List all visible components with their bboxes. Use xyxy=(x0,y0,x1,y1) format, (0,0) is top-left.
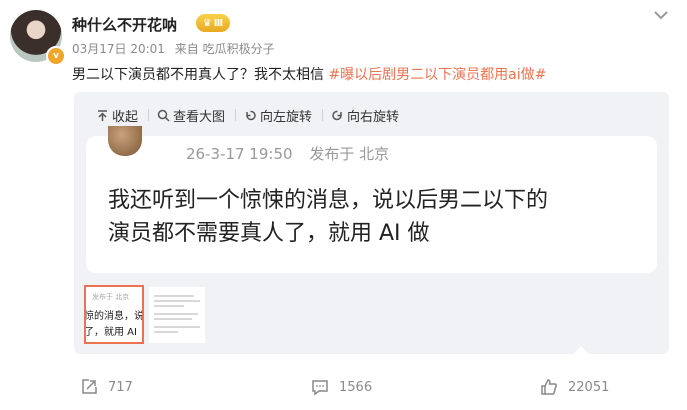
rotate-left-label: 向左旋转 xyxy=(260,109,313,125)
collapse-button[interactable]: 收起 xyxy=(96,106,138,125)
verified-badge-icon: v xyxy=(46,46,66,66)
thumbnail-text-line: 了，就用 AI xyxy=(84,327,137,338)
toolbar-divider xyxy=(235,109,237,121)
image-thumbnail[interactable] xyxy=(149,287,205,343)
caret-up-icon xyxy=(573,346,589,354)
chevron-down-icon[interactable] xyxy=(651,8,671,22)
view-large-button[interactable]: 查看大图 xyxy=(157,106,225,125)
thumbs-up-icon xyxy=(541,379,557,395)
comment-count: 1566 xyxy=(339,379,373,395)
comment-icon xyxy=(312,380,328,396)
crown-icon: ♛ xyxy=(202,17,212,29)
level-number: Ⅲ xyxy=(213,17,224,29)
thumbnail-text-line: 惊的消息，说 xyxy=(84,311,144,322)
thumbnail-meta: 发布于 北京 xyxy=(92,293,130,301)
repost-button[interactable]: 717 xyxy=(80,372,133,402)
post-meta: 03月17日 20:01 来自 吃瓜积极分子 xyxy=(72,40,281,57)
repost-icon xyxy=(82,379,97,394)
post-source: 来自 吃瓜积极分子 xyxy=(174,42,275,56)
image-thumbnail-selected[interactable]: 发布于 北京 惊的消息，说 了，就用 AI xyxy=(84,285,144,344)
rotate-right-label: 向右旋转 xyxy=(347,109,400,125)
image-text-line: 演员都不需要真人了，就用 AI 做 xyxy=(108,221,430,246)
comment-button[interactable]: 1566 xyxy=(311,372,372,402)
toolbar-divider xyxy=(322,109,324,121)
search-icon xyxy=(157,109,170,122)
post-body: 男二以下演员都不用真人了？我不太相信 xyxy=(72,67,324,83)
like-count: 22051 xyxy=(568,379,610,395)
like-button[interactable]: 22051 xyxy=(540,372,609,402)
user-level-badge[interactable]: ♛ Ⅲ xyxy=(196,14,230,32)
image-text-line: 我还听到一个惊悚的消息，说以后男二以下的 xyxy=(108,188,549,213)
hashtag-link[interactable]: #曝以后剧男二以下演员都用ai做# xyxy=(328,67,546,83)
image-post-datetime: 26-3-17 19:50 xyxy=(186,145,293,163)
toolbar-divider xyxy=(148,109,150,121)
rotate-left-button[interactable]: 向左旋转 xyxy=(244,106,312,125)
collapse-up-icon xyxy=(98,109,107,121)
image-post-location: 发布于 北京 xyxy=(309,145,390,163)
image-post-meta: 26-3-17 19:50 发布于 北京 xyxy=(186,143,401,164)
image-toolbar: 收起 查看大图 向左旋转 向右旋转 xyxy=(96,105,401,125)
collapse-label: 收起 xyxy=(112,109,139,125)
repost-count: 717 xyxy=(108,379,133,395)
rotate-right-icon xyxy=(332,110,342,120)
post-date[interactable]: 03月17日 20:01 xyxy=(72,42,165,56)
view-large-label: 查看大图 xyxy=(173,109,226,125)
author-name[interactable]: 种什么不开花呐 xyxy=(72,14,177,35)
rotate-left-icon xyxy=(246,110,256,120)
post-text: 男二以下演员都不用真人了？我不太相信 #曝以后剧男二以下演员都用ai做# xyxy=(72,64,546,84)
image-avatar-fragment xyxy=(108,126,142,156)
rotate-right-button[interactable]: 向右旋转 xyxy=(331,106,399,125)
